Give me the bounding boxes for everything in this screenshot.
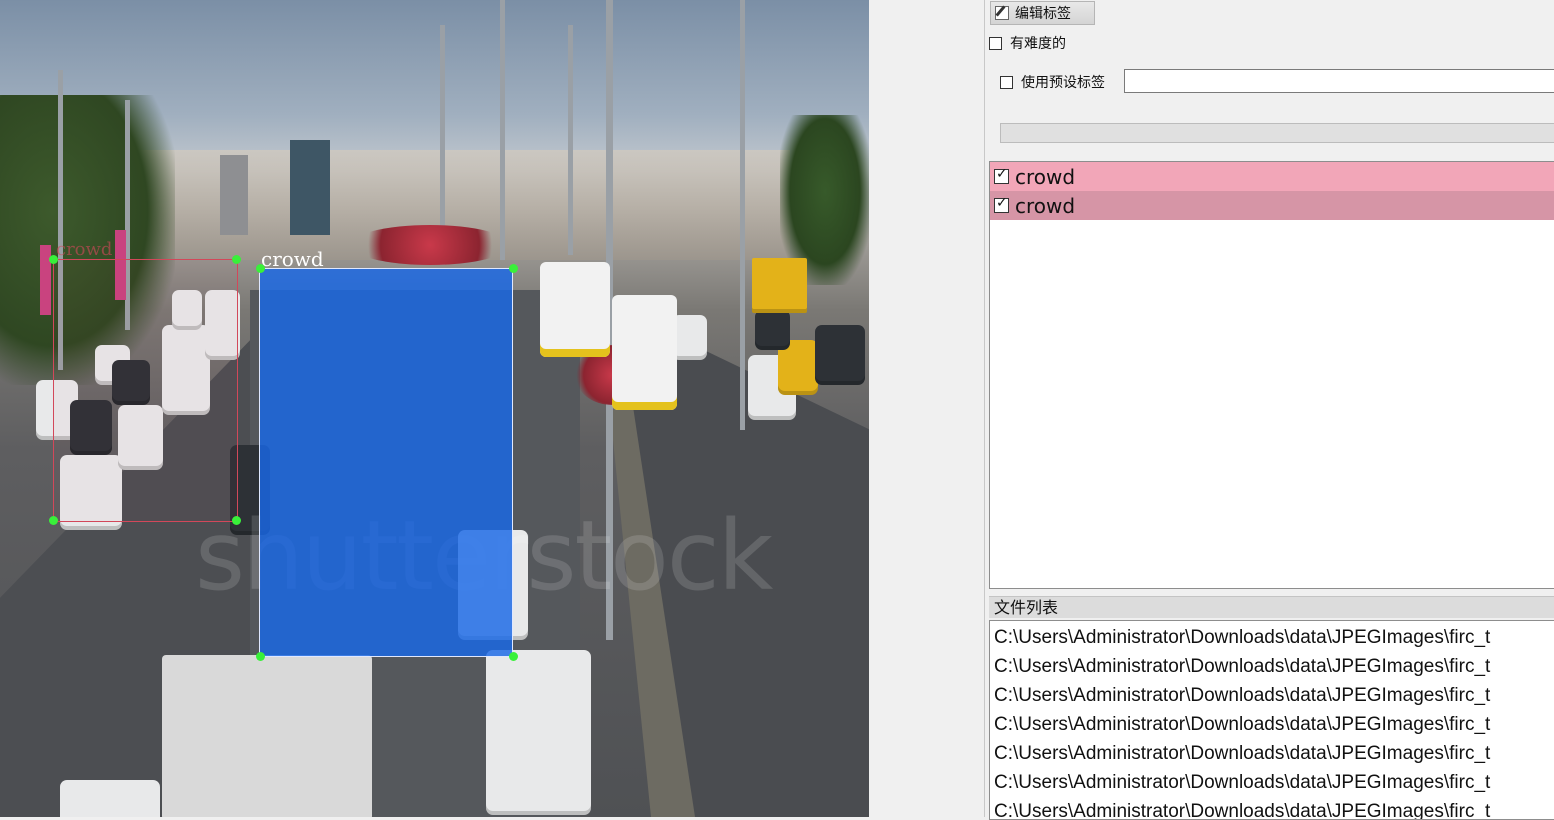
bounding-box-crowd-1[interactable] — [53, 259, 238, 522]
edit-label-button[interactable]: 编辑标签 — [990, 1, 1095, 25]
difficult-checkbox[interactable] — [989, 36, 1002, 50]
bbox-corner-handle[interactable] — [49, 516, 58, 525]
car — [486, 650, 591, 815]
street-lamp — [568, 25, 573, 255]
bounding-box-crowd-2[interactable] — [259, 268, 513, 657]
flower-planter — [350, 225, 510, 265]
street-lamp — [500, 0, 505, 260]
file-list-item[interactable]: C:\Users\Administrator\Downloads\data\JP… — [990, 679, 1554, 708]
street-lamp — [740, 0, 745, 430]
label-visible-checkbox[interactable] — [994, 166, 1009, 184]
file-list-item[interactable]: C:\Users\Administrator\Downloads\data\JP… — [990, 795, 1554, 819]
bbox-corner-handle[interactable] — [256, 652, 265, 661]
file-list-item[interactable]: C:\Users\Administrator\Downloads\data\JP… — [990, 737, 1554, 766]
bus — [612, 295, 677, 410]
car — [755, 310, 790, 350]
building — [220, 155, 248, 235]
file-list-item[interactable]: C:\Users\Administrator\Downloads\data\JP… — [990, 708, 1554, 737]
bbox-corner-handle[interactable] — [49, 255, 58, 264]
bounding-box-label: crowd — [261, 247, 324, 271]
bus — [540, 262, 610, 357]
preset-label-input[interactable] — [1124, 69, 1554, 93]
difficult-option[interactable]: 有难度的 — [989, 33, 1066, 53]
bbox-corner-handle[interactable] — [232, 255, 241, 264]
use-preset-option[interactable]: 使用预设标签 — [1000, 72, 1105, 92]
progress-bar — [1000, 123, 1554, 143]
label-list-item[interactable]: crowd — [990, 191, 1554, 220]
building — [290, 140, 330, 235]
bbox-corner-handle[interactable] — [509, 652, 518, 661]
use-preset-checkbox[interactable] — [1000, 75, 1013, 89]
bbox-corner-handle[interactable] — [232, 516, 241, 525]
use-preset-label: 使用预设标签 — [1021, 75, 1105, 91]
label-name: crowd — [1015, 164, 1076, 189]
file-list-item[interactable]: C:\Users\Administrator\Downloads\data\JP… — [990, 766, 1554, 795]
edit-icon — [995, 6, 1009, 20]
panel-divider — [984, 0, 985, 817]
bounding-box-label: crowd — [56, 239, 113, 260]
car — [815, 325, 865, 385]
image-canvas[interactable]: shutterstock crowd crowd — [0, 0, 869, 817]
bbox-corner-handle[interactable] — [509, 264, 518, 273]
file-list[interactable]: C:\Users\Administrator\Downloads\data\JP… — [989, 620, 1554, 820]
label-name: crowd — [1015, 193, 1076, 218]
label-list-item[interactable]: crowd — [990, 162, 1554, 191]
car — [672, 315, 707, 360]
canvas-gutter — [869, 0, 985, 817]
file-list-item[interactable]: C:\Users\Administrator\Downloads\data\JP… — [990, 621, 1554, 650]
label-list[interactable]: crowd crowd — [989, 161, 1554, 589]
car — [60, 780, 160, 817]
truck — [752, 258, 807, 313]
edit-label-button-text: 编辑标签 — [1015, 6, 1071, 22]
truck — [162, 655, 372, 817]
bbox-corner-handle[interactable] — [256, 264, 265, 273]
label-visible-checkbox[interactable] — [994, 195, 1009, 213]
difficult-label: 有难度的 — [1010, 36, 1066, 52]
file-list-item[interactable]: C:\Users\Administrator\Downloads\data\JP… — [990, 650, 1554, 679]
file-list-title: 文件列表 — [989, 596, 1554, 618]
